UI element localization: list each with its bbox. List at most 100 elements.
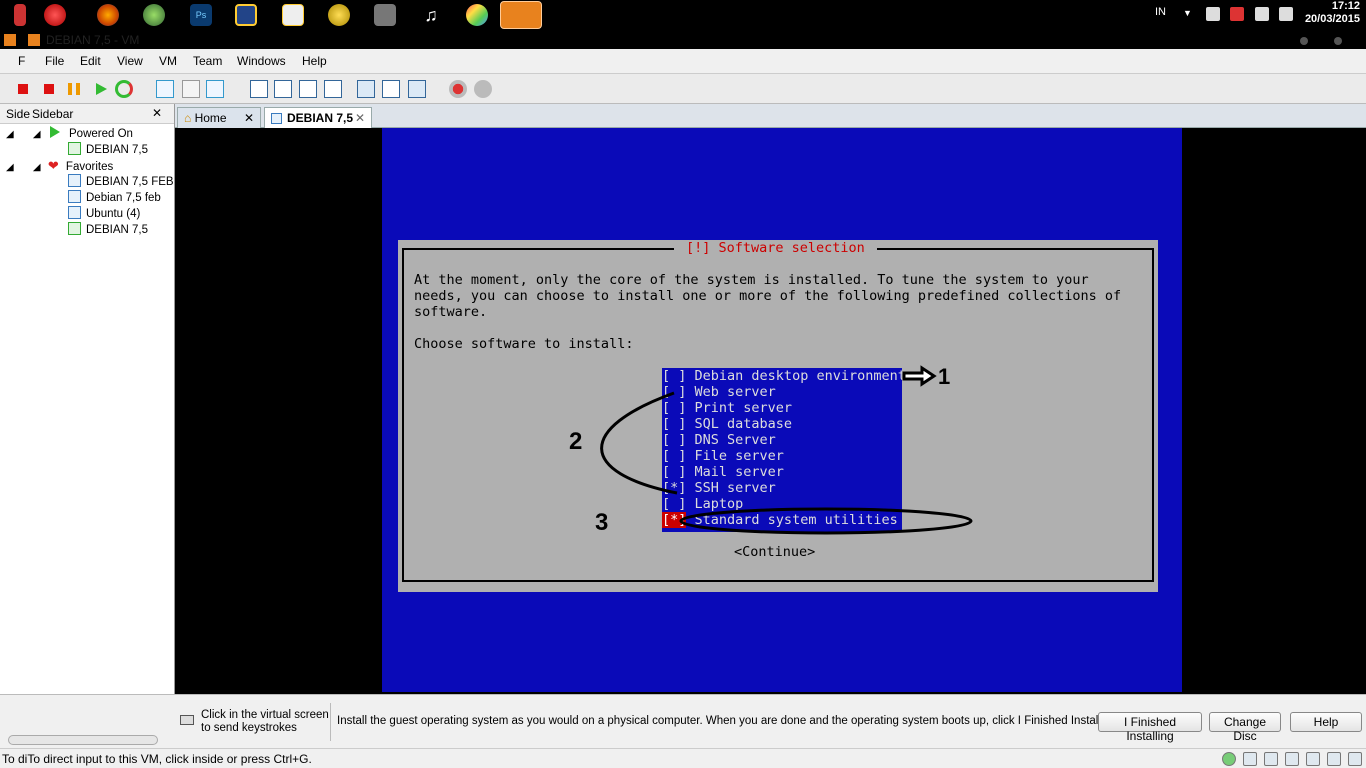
record-icon[interactable] [449,80,467,98]
checkbox[interactable]: [ ] [662,448,686,464]
console-view-icon[interactable] [357,80,375,98]
menu-vm[interactable]: VM [159,54,177,68]
checkbox[interactable]: [ ] [662,368,686,384]
fullscreen-icon[interactable] [274,80,292,98]
continue-button[interactable]: <Continue> [734,544,815,560]
vmware-icon[interactable] [235,4,257,26]
photoshop-icon[interactable]: Ps [190,4,212,26]
clock[interactable]: 17:12 20/03/2015 [1305,0,1360,26]
snapshot-icon[interactable] [156,80,174,98]
menu-view[interactable]: View [117,54,143,68]
power-off-icon[interactable] [14,80,32,98]
apple-icon[interactable] [44,4,66,26]
finished-installing-button[interactable]: I Finished Installing [1098,712,1202,743]
recycle-icon[interactable] [143,4,165,26]
option-sql-database[interactable]: [ ] SQL database [662,416,792,432]
checkbox[interactable]: [*] [662,480,686,496]
firefox-icon[interactable] [97,4,119,26]
volume-icon[interactable] [1255,7,1269,21]
tab-close-icon[interactable]: ✕ [244,111,254,125]
menu-team[interactable]: Team [193,54,222,68]
software-list[interactable]: [ ] Debian desktop environment [ ] Web s… [662,368,906,532]
sidebar-title-short: Side [6,107,31,121]
menu-windows[interactable]: Windows [237,54,286,68]
thumbnail-icon[interactable] [382,80,400,98]
sidebar-scrollbar[interactable] [8,735,158,745]
checkbox[interactable]: [ ] [662,464,686,480]
minimize-dot-icon[interactable] [1300,37,1308,45]
tab-debian[interactable]: DEBIAN 7,5 ✕ [264,107,372,128]
checkbox[interactable]: [*] [662,512,687,528]
option-file-server[interactable]: [ ] File server [662,448,784,464]
option-print-server[interactable]: [ ] Print server [662,400,792,416]
expand-icon[interactable]: ◢ [33,129,41,140]
play-icon[interactable] [91,80,109,98]
option-mail-server[interactable]: [ ] Mail server [662,464,784,480]
menu-edit[interactable]: Edit [80,54,101,68]
menu-file[interactable]: File [45,54,64,68]
paint-icon[interactable] [466,4,488,26]
floppy-icon[interactable] [1264,752,1278,766]
bank-icon[interactable] [374,4,396,26]
revert-snapshot-icon[interactable] [182,80,200,98]
show-sidebar-icon[interactable] [250,80,268,98]
installer-screen[interactable]: [!] Software selection At the moment, on… [382,128,1182,692]
option-label: SQL database [694,416,793,432]
checkbox[interactable]: [ ] [662,496,686,512]
replay-icon[interactable] [474,80,492,98]
tab-close-icon[interactable]: ✕ [355,111,365,125]
checkbox[interactable]: [ ] [662,384,686,400]
checkbox[interactable]: [ ] [662,416,686,432]
snapshot-manager-icon[interactable] [206,80,224,98]
option-dns-server[interactable]: [ ] DNS Server [662,432,776,448]
option-laptop[interactable]: [ ] Laptop [662,496,743,512]
summary-view-icon[interactable] [408,80,426,98]
stop-icon[interactable] [40,80,58,98]
option-desktop[interactable]: [ ] Debian desktop environment [662,368,906,384]
help-button[interactable]: Help [1290,712,1362,732]
expand-icon[interactable]: ◢ [33,162,41,173]
close-dot-icon[interactable] [1334,37,1342,45]
network-adapter-icon[interactable] [1285,752,1299,766]
sidebar-item-debian-feb-lower[interactable]: Debian 7,5 feb [68,190,161,204]
vm-display[interactable]: [!] Software selection At the moment, on… [175,128,1366,692]
option-standard-utilities[interactable]: [*] Standard system utilities [662,512,898,528]
sidebar-close-icon[interactable]: ✕ [152,106,162,120]
option-web-server[interactable]: [ ] Web server [662,384,776,400]
quick-switch-icon[interactable] [299,80,317,98]
menu-help[interactable]: Help [302,54,327,68]
hard-disk-icon[interactable] [1243,752,1257,766]
music-icon[interactable]: ♫ [420,4,442,26]
sound-icon[interactable] [1327,752,1341,766]
expand-icon[interactable]: ◢ [6,162,14,173]
menu-f[interactable]: F [18,54,25,68]
reset-icon[interactable] [115,80,133,98]
change-disc-button[interactable]: Change Disc [1209,712,1281,743]
usb-icon[interactable] [1306,752,1320,766]
sidebar-item-ubuntu[interactable]: Ubuntu (4) [68,206,140,220]
language-indicator[interactable]: IN [1155,6,1166,18]
signal-icon[interactable] [1279,7,1293,21]
tab-home[interactable]: ⌂ Home ✕ [177,107,261,128]
pause-icon[interactable] [65,80,83,98]
sidebar-group-powered-on[interactable]: ◢ ◢ Powered On [6,126,133,140]
battery-icon[interactable] [1206,7,1220,21]
sidebar-item-debian-feb[interactable]: DEBIAN 7,5 FEB [68,174,174,188]
notepad-icon[interactable] [282,4,304,26]
network-icon[interactable] [1222,752,1236,766]
sidebar-item-debian-running[interactable]: DEBIAN 7,5 [68,142,148,156]
fire-icon[interactable] [14,4,26,26]
sidebar-group-favorites[interactable]: ◢ ◢ ❤ Favorites [6,158,113,174]
expand-icon[interactable]: ◢ [6,129,14,140]
vmware-active-icon[interactable] [500,1,542,29]
network-error-icon[interactable] [1230,7,1244,21]
checkbox[interactable]: [ ] [662,400,686,416]
unity-icon[interactable] [324,80,342,98]
option-label: DNS Server [694,432,776,448]
option-ssh-server[interactable]: [*] SSH server [662,480,776,496]
chevron-down-icon[interactable]: ▼ [1183,8,1192,18]
sidebar-item-debian[interactable]: DEBIAN 7,5 [68,222,148,236]
message-icon[interactable] [1348,752,1362,766]
checkbox[interactable]: [ ] [662,432,686,448]
atom-icon[interactable] [328,4,350,26]
